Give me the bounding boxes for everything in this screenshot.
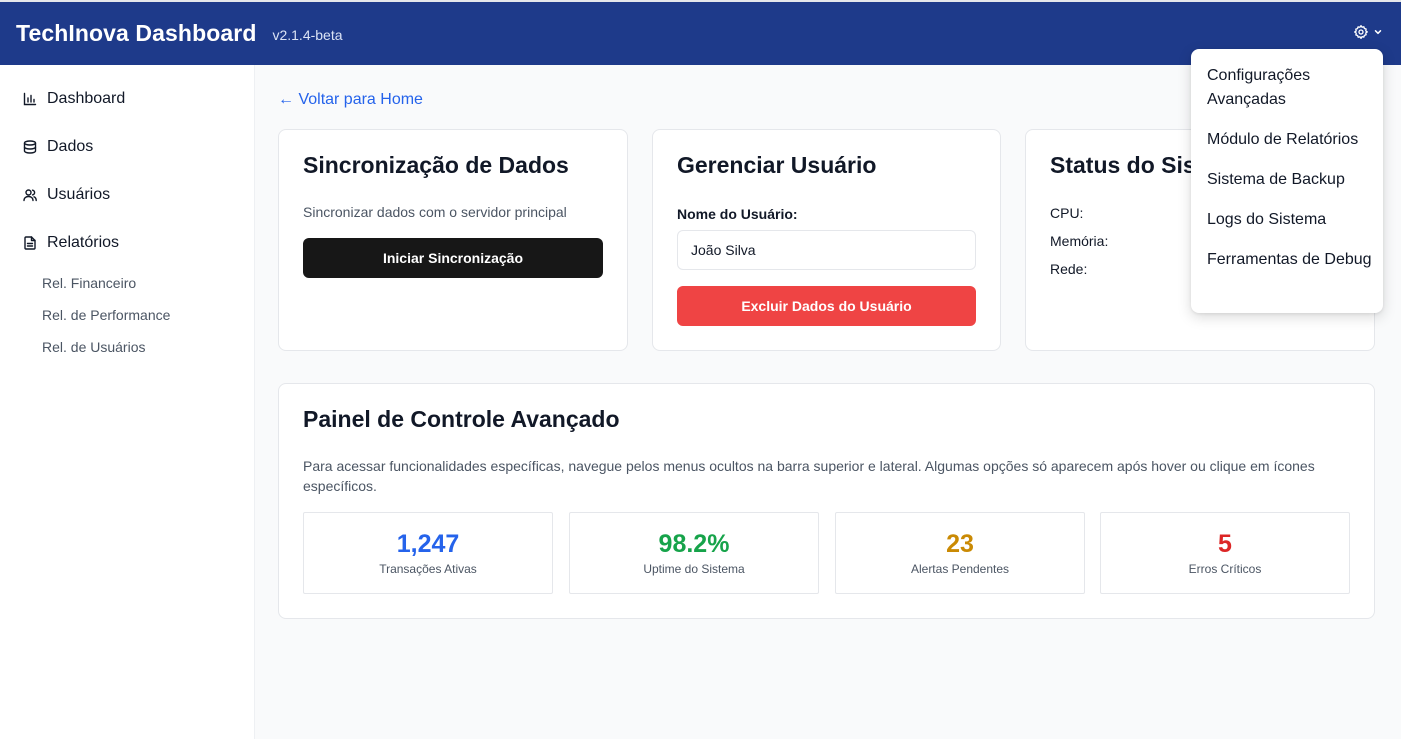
memory-label: Memória: bbox=[1050, 233, 1109, 249]
sync-card-description: Sincronizar dados com o servidor princip… bbox=[303, 204, 567, 220]
sidebar-item-label: Relatórios bbox=[47, 234, 120, 251]
settings-dropdown-menu: Configurações Avançadas Módulo de Relató… bbox=[1191, 49, 1383, 313]
stat-value: 23 bbox=[946, 530, 974, 558]
sidebar-item-label: Usuários bbox=[47, 186, 111, 203]
sidebar-item-usuarios[interactable]: Usuários bbox=[23, 186, 110, 204]
network-label: Rede: bbox=[1050, 261, 1088, 277]
menu-item-advanced-settings[interactable]: Configurações Avançadas bbox=[1207, 64, 1375, 112]
stat-label: Alertas Pendentes bbox=[910, 562, 1010, 576]
file-text-icon bbox=[23, 236, 37, 250]
stat-label: Transações Ativas bbox=[379, 562, 477, 576]
menu-item-system-logs[interactable]: Logs do Sistema bbox=[1207, 208, 1375, 232]
menu-item-debug-tools[interactable]: Ferramentas de Debug bbox=[1207, 248, 1375, 272]
stat-value: 5 bbox=[1218, 530, 1232, 558]
sync-card: Sincronização de Dados Sincronizar dados… bbox=[278, 129, 628, 351]
delete-user-data-button[interactable]: Excluir Dados do Usuário bbox=[677, 286, 976, 326]
stat-card-alerts: 23 Alertas Pendentes bbox=[835, 512, 1085, 594]
menu-item-reports-module[interactable]: Módulo de Relatórios bbox=[1207, 128, 1375, 152]
sidebar-subitem-rel-financeiro[interactable]: Rel. Financeiro bbox=[42, 275, 136, 291]
sidebar-subitem-rel-performance[interactable]: Rel. de Performance bbox=[42, 307, 170, 323]
stat-card-transactions: 1,247 Transações Ativas bbox=[303, 512, 553, 594]
control-panel-description: Para acessar funcionalidades específicas… bbox=[303, 458, 1315, 494]
sidebar-item-dashboard[interactable]: Dashboard bbox=[23, 90, 125, 108]
cpu-label: CPU: bbox=[1050, 205, 1084, 221]
start-sync-button[interactable]: Iniciar Sincronização bbox=[303, 238, 603, 278]
stat-value: 98.2% bbox=[658, 530, 730, 558]
stat-card-uptime: 98.2% Uptime do Sistema bbox=[569, 512, 819, 594]
username-label: Nome do Usuário: bbox=[677, 206, 798, 222]
stat-card-errors: 5 Erros Críticos bbox=[1100, 512, 1350, 594]
menu-item-backup-system[interactable]: Sistema de Backup bbox=[1207, 168, 1375, 192]
control-panel: Painel de Controle Avançado Para acessar… bbox=[278, 383, 1375, 619]
sidebar-item-label: Dashboard bbox=[47, 90, 126, 107]
gear-icon bbox=[1353, 24, 1369, 40]
app-title: TechInova Dashboard bbox=[16, 20, 257, 46]
sync-card-title: Sincronização de Dados bbox=[303, 152, 569, 178]
stat-value: 1,247 bbox=[396, 530, 460, 558]
settings-menu-button[interactable] bbox=[1353, 24, 1383, 40]
sidebar-subitem-rel-usuarios[interactable]: Rel. de Usuários bbox=[42, 339, 146, 355]
version-label: v2.1.4-beta bbox=[272, 26, 343, 43]
sidebar-item-label: Dados bbox=[47, 138, 94, 155]
stat-label: Erros Críticos bbox=[1188, 562, 1262, 576]
users-icon bbox=[23, 188, 37, 202]
user-card: Gerenciar Usuário Nome do Usuário: Exclu… bbox=[652, 129, 1001, 351]
database-icon bbox=[23, 140, 37, 154]
username-input[interactable] bbox=[677, 230, 976, 270]
chevron-down-icon bbox=[1373, 27, 1383, 37]
bar-chart-icon bbox=[23, 92, 37, 106]
stat-label: Uptime do Sistema bbox=[643, 562, 745, 576]
back-to-home-link[interactable]: ← Voltar para Home bbox=[278, 91, 423, 109]
control-panel-title: Painel de Controle Avançado bbox=[303, 406, 620, 432]
sidebar-item-dados[interactable]: Dados bbox=[23, 138, 93, 156]
sidebar: Dashboard Dados Usuários Relatórios Rel.… bbox=[0, 65, 255, 739]
user-card-title: Gerenciar Usuário bbox=[677, 152, 877, 178]
sidebar-item-relatorios[interactable]: Relatórios bbox=[23, 234, 119, 252]
